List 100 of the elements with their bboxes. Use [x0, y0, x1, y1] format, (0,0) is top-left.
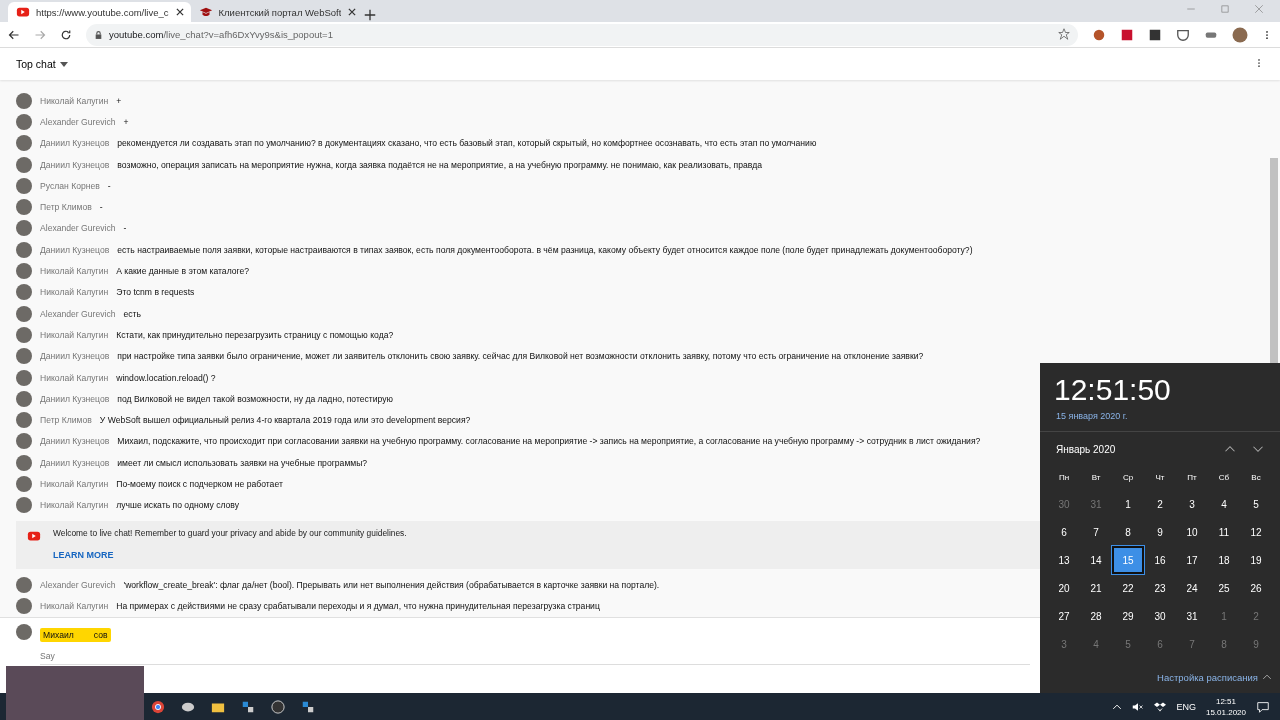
recorder-icon[interactable]: [270, 699, 286, 714]
extension-icon[interactable]: [1148, 27, 1162, 42]
message-text: рекомендуется ли создавать этап по умолчанию? в документациях сказано, что есть базовый этап, который скрытый, но комфортнее осознавать, что есть этап по умолчанию: [117, 138, 817, 149]
message-text: есть настраиваемые поля заявки, которые настраиваются в типах заявок, есть поля документооборота. в чём разница, какому объекту будет относится каждое поле (поле будет принадлежать документообороту?): [117, 244, 973, 255]
avatar: [16, 156, 32, 173]
weekday-label: Чт: [1154, 471, 1166, 484]
message-text: есть: [123, 308, 141, 319]
author-name: Даниил Кузнецов: [40, 351, 110, 362]
welcome-text: Welcome to live chat! Remember to guard your privacy and abide by our community guidelines.: [53, 527, 408, 538]
chevron-up-icon: [1262, 672, 1272, 682]
calendar-day[interactable]: 2: [1144, 490, 1176, 518]
calendar-day[interactable]: 7: [1080, 518, 1112, 546]
message-text: -: [107, 180, 111, 191]
weekday-label: Сб: [1217, 471, 1231, 484]
chat-input-field[interactable]: Say: [40, 647, 1030, 665]
language-indicator[interactable]: ENG: [1176, 701, 1196, 712]
calendar-day[interactable]: 26: [1240, 574, 1272, 602]
learn-more-link[interactable]: LEARN MORE: [53, 549, 114, 560]
calendar-day[interactable]: 30: [1144, 602, 1176, 630]
message-text: -: [123, 223, 127, 234]
author-name: Руслан Корнев: [40, 180, 100, 191]
calendar-day[interactable]: 17: [1176, 546, 1208, 574]
message-text: По-моему поиск с подчерком не работает: [116, 479, 283, 489]
message-text: лучше искать по одному слову: [116, 500, 239, 511]
author-name: Даниил Кузнецов: [40, 138, 110, 149]
top-chat-dropdown[interactable]: Top chat: [16, 58, 68, 70]
calendar-day[interactable]: 20: [1048, 574, 1080, 602]
author-name: Alexander Gurevich: [40, 579, 116, 590]
caret-icon: [59, 61, 68, 67]
calendar-day[interactable]: 25: [1208, 574, 1240, 602]
author-name: Alexander Gurevich: [40, 308, 116, 319]
calendar-day[interactable]: 10: [1176, 518, 1208, 546]
app-icon[interactable]: [240, 699, 256, 714]
author-name: Михаил сов: [40, 627, 111, 642]
new-tab-icon[interactable]: [363, 8, 378, 22]
calendar-day[interactable]: 6: [1048, 518, 1080, 546]
avatar: [16, 369, 32, 386]
message-text: +: [123, 116, 129, 127]
calendar-day[interactable]: 19: [1240, 546, 1272, 574]
avatar: [16, 135, 32, 152]
message-text: window.location.reload() ?: [116, 372, 216, 383]
avatar: [16, 326, 32, 343]
author-name: Alexander Gurevich: [40, 223, 116, 234]
address-bar[interactable]: youtube.com/live_chat?v=afh6DxYvy9s&is_popout=1: [86, 23, 1078, 46]
avatar: [16, 199, 32, 216]
taskbar-clock[interactable]: 12:51 15.01.2020: [1205, 695, 1246, 718]
video-icon: [16, 5, 30, 19]
clock-time: 12:51:50: [1053, 372, 1172, 407]
author-name: Николай Калугин: [40, 372, 109, 383]
profile-avatar-icon[interactable]: [1232, 26, 1248, 43]
close-icon[interactable]: [174, 7, 185, 17]
calendar-day[interactable]: 28: [1080, 602, 1112, 630]
message-text: Кстати, как принудительно перезагрузить страницу с помощью кода?: [116, 329, 394, 340]
pocket-icon[interactable]: [1176, 27, 1190, 42]
browser-tab[interactable]: https://www.youtube.com/live_c: [8, 2, 191, 22]
calendar-day[interactable]: 18: [1208, 546, 1240, 574]
calendar-day[interactable]: 9: [1144, 518, 1176, 546]
calendar-day[interactable]: 11: [1208, 518, 1240, 546]
notification-icon[interactable]: [1256, 699, 1270, 714]
avatar: [16, 177, 32, 194]
author-name: Даниил Кузнецов: [40, 393, 110, 404]
author-name: Николай Калугин: [40, 95, 109, 106]
browser-icon[interactable]: [150, 699, 166, 714]
calendar-day[interactable]: 31: [1176, 602, 1208, 630]
message-text: -: [99, 202, 103, 213]
calendar-day[interactable]: 24: [1176, 574, 1208, 602]
calendar-day[interactable]: 13: [1048, 546, 1080, 574]
calendar-day[interactable]: 12: [1240, 518, 1272, 546]
calendar-day[interactable]: 23: [1144, 574, 1176, 602]
extension-icon[interactable]: [1120, 27, 1134, 42]
calendar-day[interactable]: 21: [1080, 574, 1112, 602]
calendar-day[interactable]: 14: [1080, 546, 1112, 574]
calendar-day[interactable]: 5: [1240, 490, 1272, 518]
star-icon[interactable]: [1058, 26, 1070, 41]
avatar: [16, 305, 32, 322]
calendar-day[interactable]: 1: [1112, 490, 1144, 518]
weekday-label: Пт: [1186, 471, 1198, 484]
weekday-label: Вс: [1250, 471, 1262, 484]
avatar: [16, 454, 32, 471]
agenda-link[interactable]: Настройка расписания: [1149, 672, 1280, 693]
avatar: [16, 92, 32, 109]
author-name: Николай Калугин: [40, 500, 109, 511]
calendar-day[interactable]: 29: [1112, 602, 1144, 630]
calendar-day[interactable]: 8: [1112, 518, 1144, 546]
message-text: Михаил, подскажите, что происходит при согласовании заявки на учебную программу. согласование на мероприятие -> запись на мероприятие, а согласование на учебную программу -> сотрудник в лист ожидания?: [117, 436, 981, 447]
app-icon[interactable]: [300, 699, 316, 714]
calendar-day[interactable]: 22: [1112, 574, 1144, 602]
calendar-day[interactable]: 27: [1048, 602, 1080, 630]
calendar-day[interactable]: 4: [1208, 490, 1240, 518]
calendar-day[interactable]: 3: [1176, 490, 1208, 518]
calendar-day[interactable]: 16: [1144, 546, 1176, 574]
graduation-cap-icon: [198, 5, 213, 19]
browser-tab[interactable]: Клиентский портал WebSoft: [190, 2, 364, 22]
avatar: [16, 412, 32, 429]
message-text: возможно, операция записать на мероприятие нужна, когда заявка подаётся не на мероприятие, а на учебную программу. не понимаю, как реализовать, правда: [117, 159, 762, 170]
url-text: youtube.com/live_chat?v=afh6DxYvy9s&is_popout=1: [109, 29, 333, 40]
message-text: +: [116, 95, 122, 106]
avatar: [16, 263, 32, 279]
message-text: На примерах с действиями не сразу срабатывали переходы и я думал, что нужна принудительная перезагрузка страниц: [116, 600, 600, 611]
close-icon[interactable]: [347, 7, 358, 17]
